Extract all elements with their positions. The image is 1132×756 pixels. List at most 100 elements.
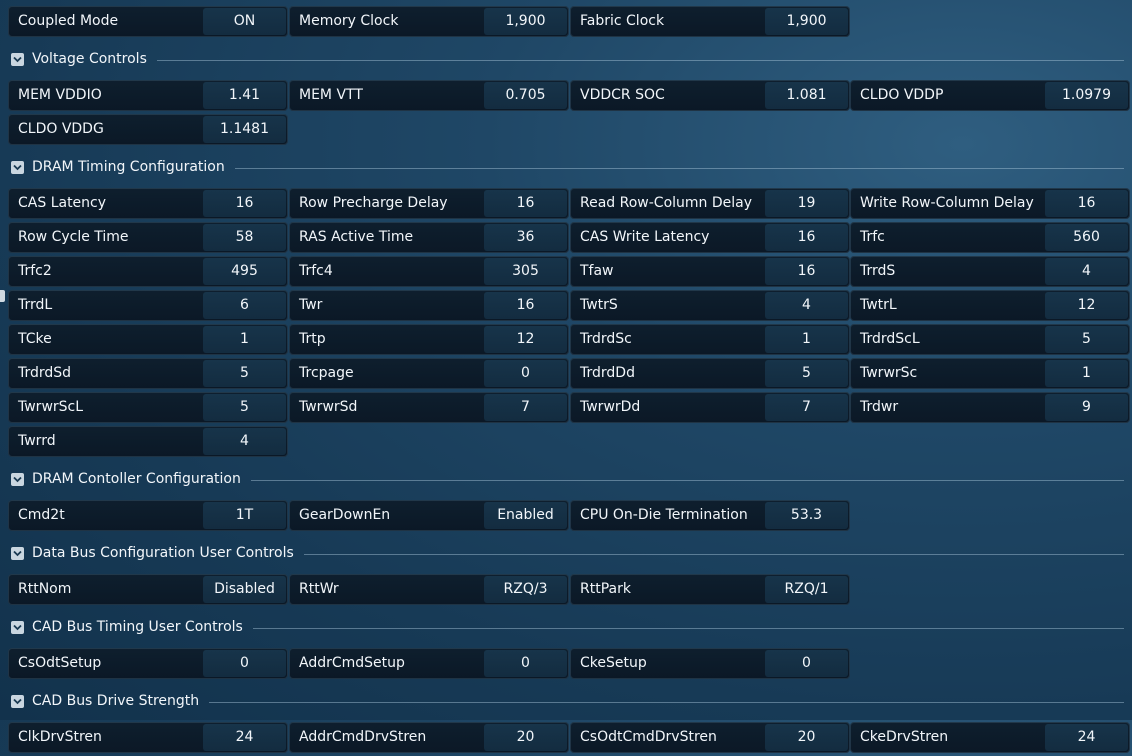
setting-value[interactable]: 4 bbox=[765, 292, 848, 319]
setting-value[interactable]: 4 bbox=[203, 428, 286, 455]
setting-value[interactable]: 0 bbox=[484, 360, 567, 387]
setting-value[interactable]: 1 bbox=[765, 326, 848, 353]
setting-value[interactable]: 20 bbox=[765, 724, 848, 751]
setting-value[interactable]: 6 bbox=[203, 292, 286, 319]
setting-twtrl[interactable]: TwtrL 12 bbox=[850, 290, 1130, 321]
setting-trfc4[interactable]: Trfc4 305 bbox=[289, 256, 569, 287]
setting-clkdrvstren[interactable]: ClkDrvStren 24 bbox=[8, 722, 288, 753]
setting-trfc2[interactable]: Trfc2 495 bbox=[8, 256, 288, 287]
setting-row-cycle-time[interactable]: Row Cycle Time 58 bbox=[8, 222, 288, 253]
setting-value[interactable]: 16 bbox=[484, 190, 567, 217]
setting-cmd2t[interactable]: Cmd2t 1T bbox=[8, 500, 288, 531]
chevron-down-icon[interactable] bbox=[11, 161, 24, 174]
setting-trdrddd[interactable]: TrdrdDd 5 bbox=[570, 358, 850, 389]
setting-value[interactable]: 0 bbox=[765, 650, 848, 677]
section-cad-bus-timing[interactable]: CAD Bus Timing User Controls bbox=[0, 616, 1132, 640]
setting-value[interactable]: 16 bbox=[1045, 190, 1128, 217]
setting-cas-latency[interactable]: CAS Latency 16 bbox=[8, 188, 288, 219]
setting-twr[interactable]: Twr 16 bbox=[289, 290, 569, 321]
setting-value[interactable]: 16 bbox=[765, 258, 848, 285]
setting-value[interactable]: 5 bbox=[765, 360, 848, 387]
chevron-down-icon[interactable] bbox=[11, 473, 24, 486]
setting-cldo-vddg[interactable]: CLDO VDDG 1.1481 bbox=[8, 114, 288, 145]
setting-value[interactable]: 0 bbox=[484, 650, 567, 677]
setting-value[interactable]: RZQ/3 bbox=[484, 576, 567, 603]
setting-row-precharge-delay[interactable]: Row Precharge Delay 16 bbox=[289, 188, 569, 219]
setting-trtp[interactable]: Trtp 12 bbox=[289, 324, 569, 355]
setting-value[interactable]: 1,900 bbox=[484, 8, 567, 35]
chevron-down-icon[interactable] bbox=[11, 547, 24, 560]
setting-trcpage[interactable]: Trcpage 0 bbox=[289, 358, 569, 389]
setting-ckedrvstren[interactable]: CkeDrvStren 24 bbox=[850, 722, 1130, 753]
setting-value[interactable]: 0.705 bbox=[484, 82, 567, 109]
setting-mem-vddio[interactable]: MEM VDDIO 1.41 bbox=[8, 80, 288, 111]
setting-value[interactable]: 560 bbox=[1045, 224, 1128, 251]
setting-value[interactable]: 36 bbox=[484, 224, 567, 251]
setting-value[interactable]: 1.1481 bbox=[203, 116, 286, 143]
section-dram-controller[interactable]: DRAM Contoller Configuration bbox=[0, 468, 1132, 492]
setting-trrdl[interactable]: TrrdL 6 bbox=[8, 290, 288, 321]
setting-value[interactable]: 24 bbox=[203, 724, 286, 751]
section-voltage-controls[interactable]: Voltage Controls bbox=[0, 48, 1132, 72]
setting-twrwrscl[interactable]: TwrwrScL 5 bbox=[8, 392, 288, 423]
setting-value[interactable]: 1 bbox=[1045, 360, 1128, 387]
setting-value[interactable]: 9 bbox=[1045, 394, 1128, 421]
setting-value[interactable]: 12 bbox=[484, 326, 567, 353]
setting-value[interactable]: 7 bbox=[484, 394, 567, 421]
setting-trdrdsc[interactable]: TrdrdSc 1 bbox=[570, 324, 850, 355]
setting-value[interactable]: 1 bbox=[203, 326, 286, 353]
setting-ras-active-time[interactable]: RAS Active Time 36 bbox=[289, 222, 569, 253]
setting-trfc[interactable]: Trfc 560 bbox=[850, 222, 1130, 253]
setting-value[interactable]: 53.3 bbox=[765, 502, 848, 529]
setting-csodtsetup[interactable]: CsOdtSetup 0 bbox=[8, 648, 288, 679]
setting-vddcr-soc[interactable]: VDDCR SOC 1.081 bbox=[570, 80, 850, 111]
setting-value[interactable]: 1.41 bbox=[203, 82, 286, 109]
chevron-down-icon[interactable] bbox=[11, 621, 24, 634]
section-cad-bus-drive[interactable]: CAD Bus Drive Strength bbox=[0, 690, 1132, 714]
setting-value[interactable]: 19 bbox=[765, 190, 848, 217]
setting-tcke[interactable]: TCke 1 bbox=[8, 324, 288, 355]
setting-fabric-clock[interactable]: Fabric Clock 1,900 bbox=[570, 6, 850, 37]
setting-value[interactable]: 1T bbox=[203, 502, 286, 529]
setting-value[interactable]: 58 bbox=[203, 224, 286, 251]
setting-cpu-on-die-termination[interactable]: CPU On-Die Termination 53.3 bbox=[570, 500, 850, 531]
setting-coupled-mode[interactable]: Coupled Mode ON bbox=[8, 6, 288, 37]
setting-twtrs[interactable]: TwtrS 4 bbox=[570, 290, 850, 321]
setting-value[interactable]: 16 bbox=[765, 224, 848, 251]
section-dram-timing[interactable]: DRAM Timing Configuration bbox=[0, 156, 1132, 180]
setting-value[interactable]: 16 bbox=[484, 292, 567, 319]
setting-value[interactable]: Disabled bbox=[203, 576, 286, 603]
setting-rttpark[interactable]: RttPark RZQ/1 bbox=[570, 574, 850, 605]
section-data-bus[interactable]: Data Bus Configuration User Controls bbox=[0, 542, 1132, 566]
setting-value[interactable]: RZQ/1 bbox=[765, 576, 848, 603]
setting-value[interactable]: 5 bbox=[203, 394, 286, 421]
setting-twrwrsd[interactable]: TwrwrSd 7 bbox=[289, 392, 569, 423]
setting-value[interactable]: 4 bbox=[1045, 258, 1128, 285]
setting-value[interactable]: 1.081 bbox=[765, 82, 848, 109]
setting-write-row-column-delay[interactable]: Write Row-Column Delay 16 bbox=[850, 188, 1130, 219]
setting-value[interactable]: 5 bbox=[1045, 326, 1128, 353]
setting-value[interactable]: 5 bbox=[203, 360, 286, 387]
setting-trdwr[interactable]: Trdwr 9 bbox=[850, 392, 1130, 423]
setting-trdrdsd[interactable]: TrdrdSd 5 bbox=[8, 358, 288, 389]
setting-addrcmddrvstren[interactable]: AddrCmdDrvStren 20 bbox=[289, 722, 569, 753]
setting-value[interactable]: 24 bbox=[1045, 724, 1128, 751]
setting-memory-clock[interactable]: Memory Clock 1,900 bbox=[289, 6, 569, 37]
setting-cldo-vddp[interactable]: CLDO VDDP 1.0979 bbox=[850, 80, 1130, 111]
setting-value[interactable]: Enabled bbox=[484, 502, 567, 529]
setting-rttnom[interactable]: RttNom Disabled bbox=[8, 574, 288, 605]
setting-twrwrdd[interactable]: TwrwrDd 7 bbox=[570, 392, 850, 423]
setting-tfaw[interactable]: Tfaw 16 bbox=[570, 256, 850, 287]
setting-value[interactable]: 0 bbox=[203, 650, 286, 677]
setting-value[interactable]: ON bbox=[203, 8, 286, 35]
setting-csodtcmddrvstren[interactable]: CsOdtCmdDrvStren 20 bbox=[570, 722, 850, 753]
setting-ckesetup[interactable]: CkeSetup 0 bbox=[570, 648, 850, 679]
setting-mem-vtt[interactable]: MEM VTT 0.705 bbox=[289, 80, 569, 111]
setting-value[interactable]: 16 bbox=[203, 190, 286, 217]
setting-cas-write-latency[interactable]: CAS Write Latency 16 bbox=[570, 222, 850, 253]
setting-read-row-column-delay[interactable]: Read Row-Column Delay 19 bbox=[570, 188, 850, 219]
setting-rttwr[interactable]: RttWr RZQ/3 bbox=[289, 574, 569, 605]
setting-geardownen[interactable]: GearDownEn Enabled bbox=[289, 500, 569, 531]
setting-value[interactable]: 305 bbox=[484, 258, 567, 285]
setting-addrcmdsetup[interactable]: AddrCmdSetup 0 bbox=[289, 648, 569, 679]
